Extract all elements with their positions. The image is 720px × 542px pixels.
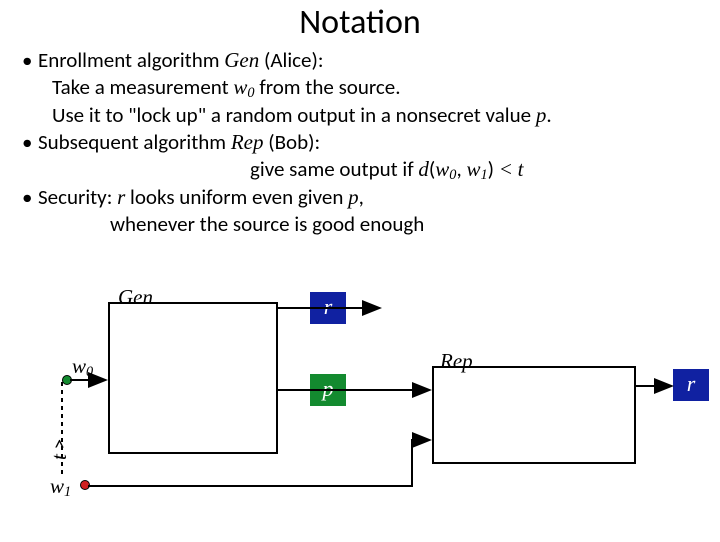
var-t: t xyxy=(518,157,524,181)
text: , xyxy=(456,156,461,182)
text: (Alice): xyxy=(264,47,323,73)
bullet-2-line2: give same output if d(w0, w1) < t xyxy=(250,156,712,184)
text: Take a measurement xyxy=(52,74,229,100)
var-d: d xyxy=(418,157,429,181)
var-p: p xyxy=(536,103,547,127)
text: looks uniform even given xyxy=(130,184,343,210)
bullet-3-line2: whenever the source is good enough xyxy=(110,211,712,238)
var-p2: p xyxy=(348,185,359,209)
text: Use it to "lock up" a random output in a… xyxy=(52,102,531,128)
bullet-list: Enrollment algorithm Gen (Alice): Take a… xyxy=(0,47,720,238)
var-w0: w0 xyxy=(233,75,254,99)
text: give same output if xyxy=(250,156,414,182)
text: from the source. xyxy=(259,74,400,100)
var-w0b: w0 xyxy=(435,157,456,181)
text: (Bob): xyxy=(268,129,320,155)
var-r: r xyxy=(117,185,125,209)
lt: < xyxy=(499,157,513,181)
diagram-arrows xyxy=(0,282,720,532)
text: , xyxy=(359,184,364,210)
text: Subsequent algorithm xyxy=(38,129,226,155)
text: Enrollment algorithm xyxy=(38,47,220,73)
text: ) xyxy=(488,156,494,182)
var-gen: Gen xyxy=(224,48,259,72)
bullet-2: Subsequent algorithm Rep (Bob): xyxy=(22,129,712,156)
bullet-1: Enrollment algorithm Gen (Alice): xyxy=(22,47,712,74)
text: whenever the source is good enough xyxy=(110,211,424,237)
slide-title: Notation xyxy=(0,2,720,43)
diagram: Gen Rep r p r w0 w1 t > xyxy=(0,282,720,532)
text: Security: xyxy=(38,184,112,210)
bullet-1-line3: Use it to "lock up" a random output in a… xyxy=(52,102,712,129)
var-rep: Rep xyxy=(231,130,264,154)
bullet-3: Security: r looks uniform even given p, xyxy=(22,184,712,211)
bullet-1-line2: Take a measurement w0 from the source. xyxy=(52,74,712,102)
var-w1: w1 xyxy=(466,157,487,181)
text: . xyxy=(546,102,551,128)
